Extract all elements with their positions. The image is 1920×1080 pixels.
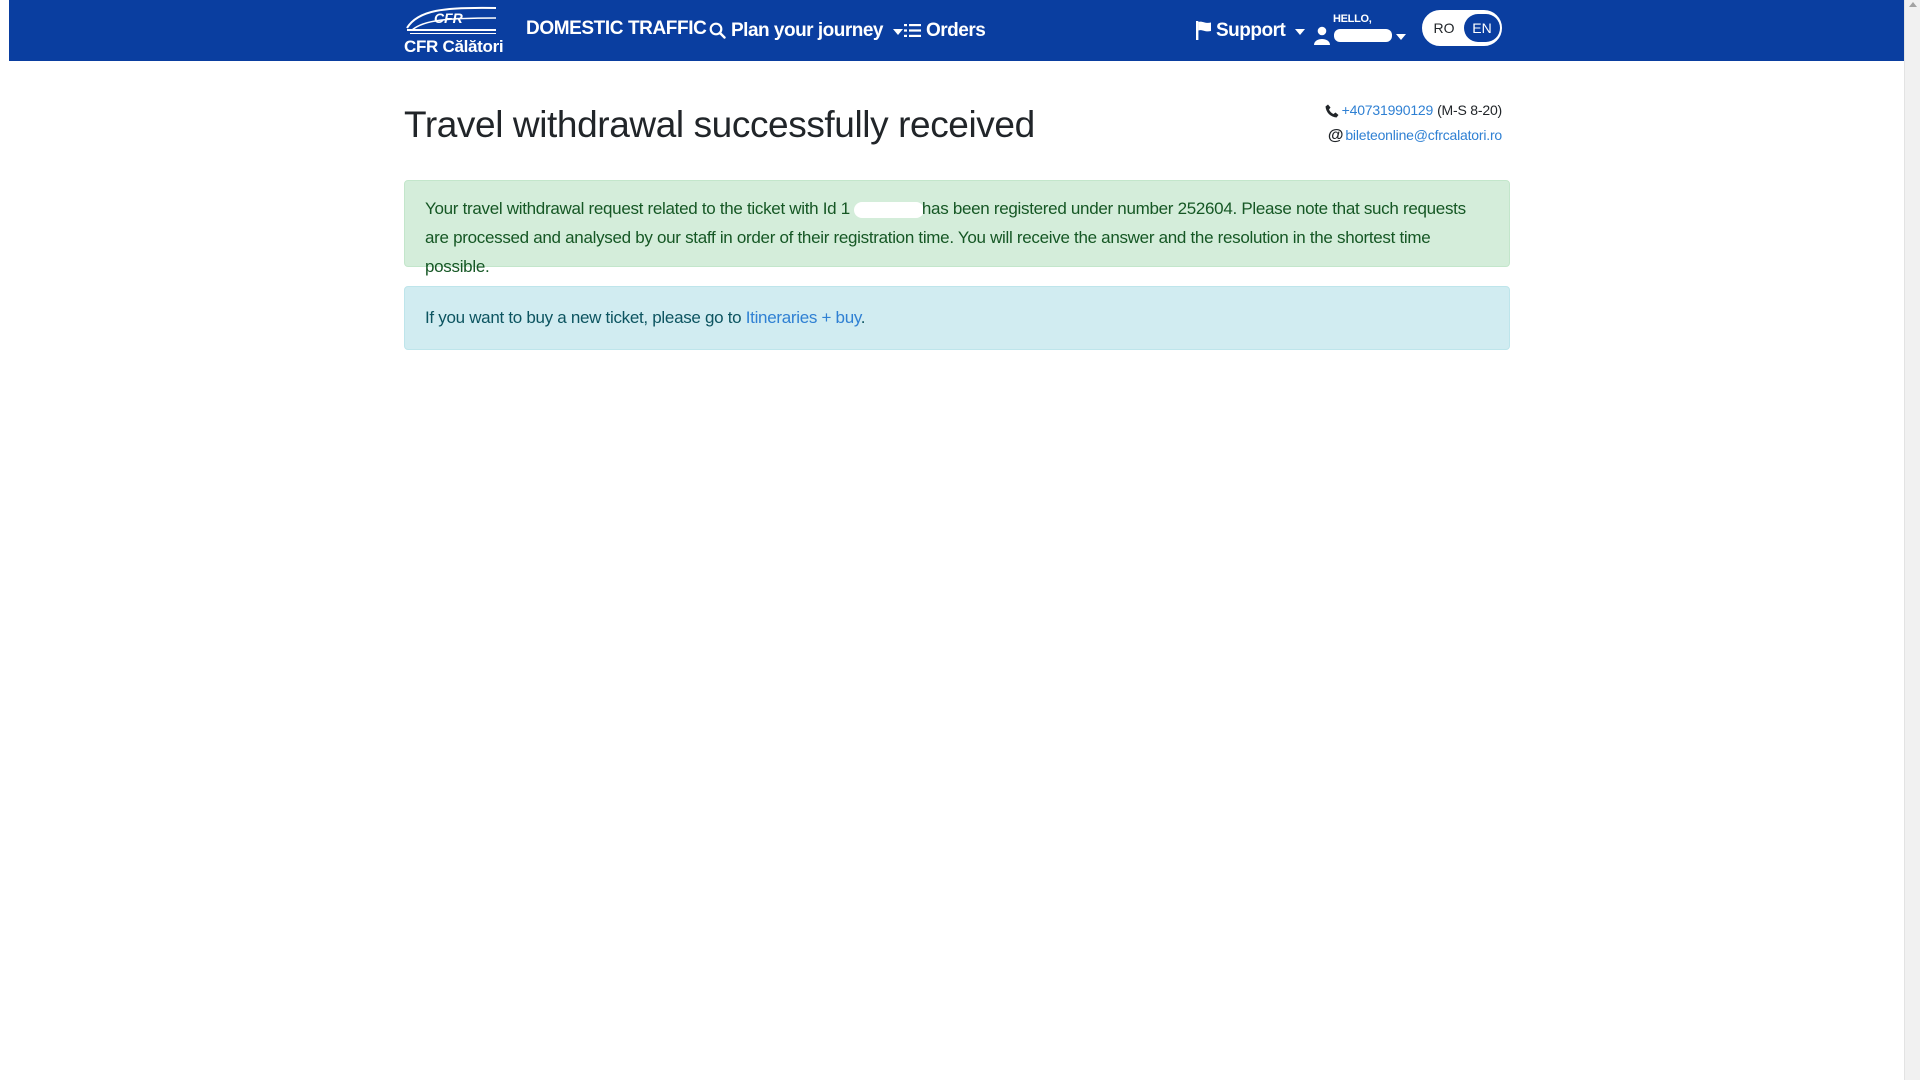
top-navbar: CFR CFR Călători DOMESTIC TRAFFIC Plan y… xyxy=(9,0,1904,61)
lang-ro-button[interactable]: RO xyxy=(1426,14,1462,42)
contact-phone-row: +40731990129 (M-S 8-20) xyxy=(1325,98,1502,123)
contact-info: +40731990129 (M-S 8-20) @ bileteonline@c… xyxy=(1325,98,1502,148)
contact-email-row: @ bileteonline@cfrcalatori.ro xyxy=(1325,123,1502,148)
nav-domestic-label: DOMESTIC TRAFFIC xyxy=(526,17,707,39)
user-greeting: HELLO, xyxy=(1333,13,1372,25)
brand-logo[interactable]: CFR CFR Călători xyxy=(404,6,504,56)
vertical-scrollbar[interactable] xyxy=(1904,0,1920,1080)
list-icon xyxy=(904,23,921,38)
cfr-logo-icon: CFR xyxy=(406,6,497,34)
nav-plan-label: Plan your journey xyxy=(731,19,883,41)
nav-orders[interactable]: Orders xyxy=(904,0,986,61)
nav-orders-label: Orders xyxy=(926,19,986,41)
email-link[interactable]: bileteonline@cfrcalatori.ro xyxy=(1345,123,1502,148)
browser-viewport: CFR CFR Călători DOMESTIC TRAFFIC Plan y… xyxy=(9,0,1904,1080)
redacted-ticket-id xyxy=(853,201,924,218)
page-title: Travel withdrawal successfully received xyxy=(404,104,1035,145)
info-alert: If you want to buy a new ticket, please … xyxy=(404,286,1510,350)
nav-support[interactable]: Support xyxy=(1196,0,1306,61)
user-icon xyxy=(1314,26,1330,50)
success-alert: Your travel withdrawal request related t… xyxy=(404,180,1510,276)
info-message-prefix: If you want to buy a new ticket, please … xyxy=(425,308,746,327)
flag-icon xyxy=(1196,21,1211,40)
phone-hours: (M-S 8-20) xyxy=(1437,102,1502,118)
at-icon: @ xyxy=(1327,127,1344,144)
nav-plan-your-journey[interactable]: Plan your journey xyxy=(709,0,903,61)
redacted-username xyxy=(1334,29,1392,42)
lang-en-button[interactable]: EN xyxy=(1464,14,1500,42)
user-account-menu[interactable]: HELLO, xyxy=(1312,9,1412,54)
phone-link[interactable]: +40731990129 xyxy=(1342,98,1434,123)
chevron-down-icon xyxy=(1295,28,1306,35)
nav-support-label: Support xyxy=(1216,19,1286,41)
search-icon xyxy=(709,22,726,39)
phone-icon xyxy=(1325,104,1339,118)
success-message-part1: Your travel withdrawal request related t… xyxy=(425,199,850,218)
language-switch: RO EN xyxy=(1422,10,1502,46)
brand-name: CFR Călători xyxy=(404,37,504,56)
nav-domestic-traffic[interactable]: DOMESTIC TRAFFIC xyxy=(526,0,707,59)
scroll-up-arrow-icon[interactable] xyxy=(1909,2,1917,7)
info-message-suffix: . xyxy=(860,308,866,327)
itineraries-buy-link[interactable]: Itineraries + buy xyxy=(746,308,861,327)
chevron-down-icon xyxy=(1396,34,1406,40)
chevron-down-icon xyxy=(892,28,903,35)
svg-text:CFR: CFR xyxy=(434,10,464,26)
